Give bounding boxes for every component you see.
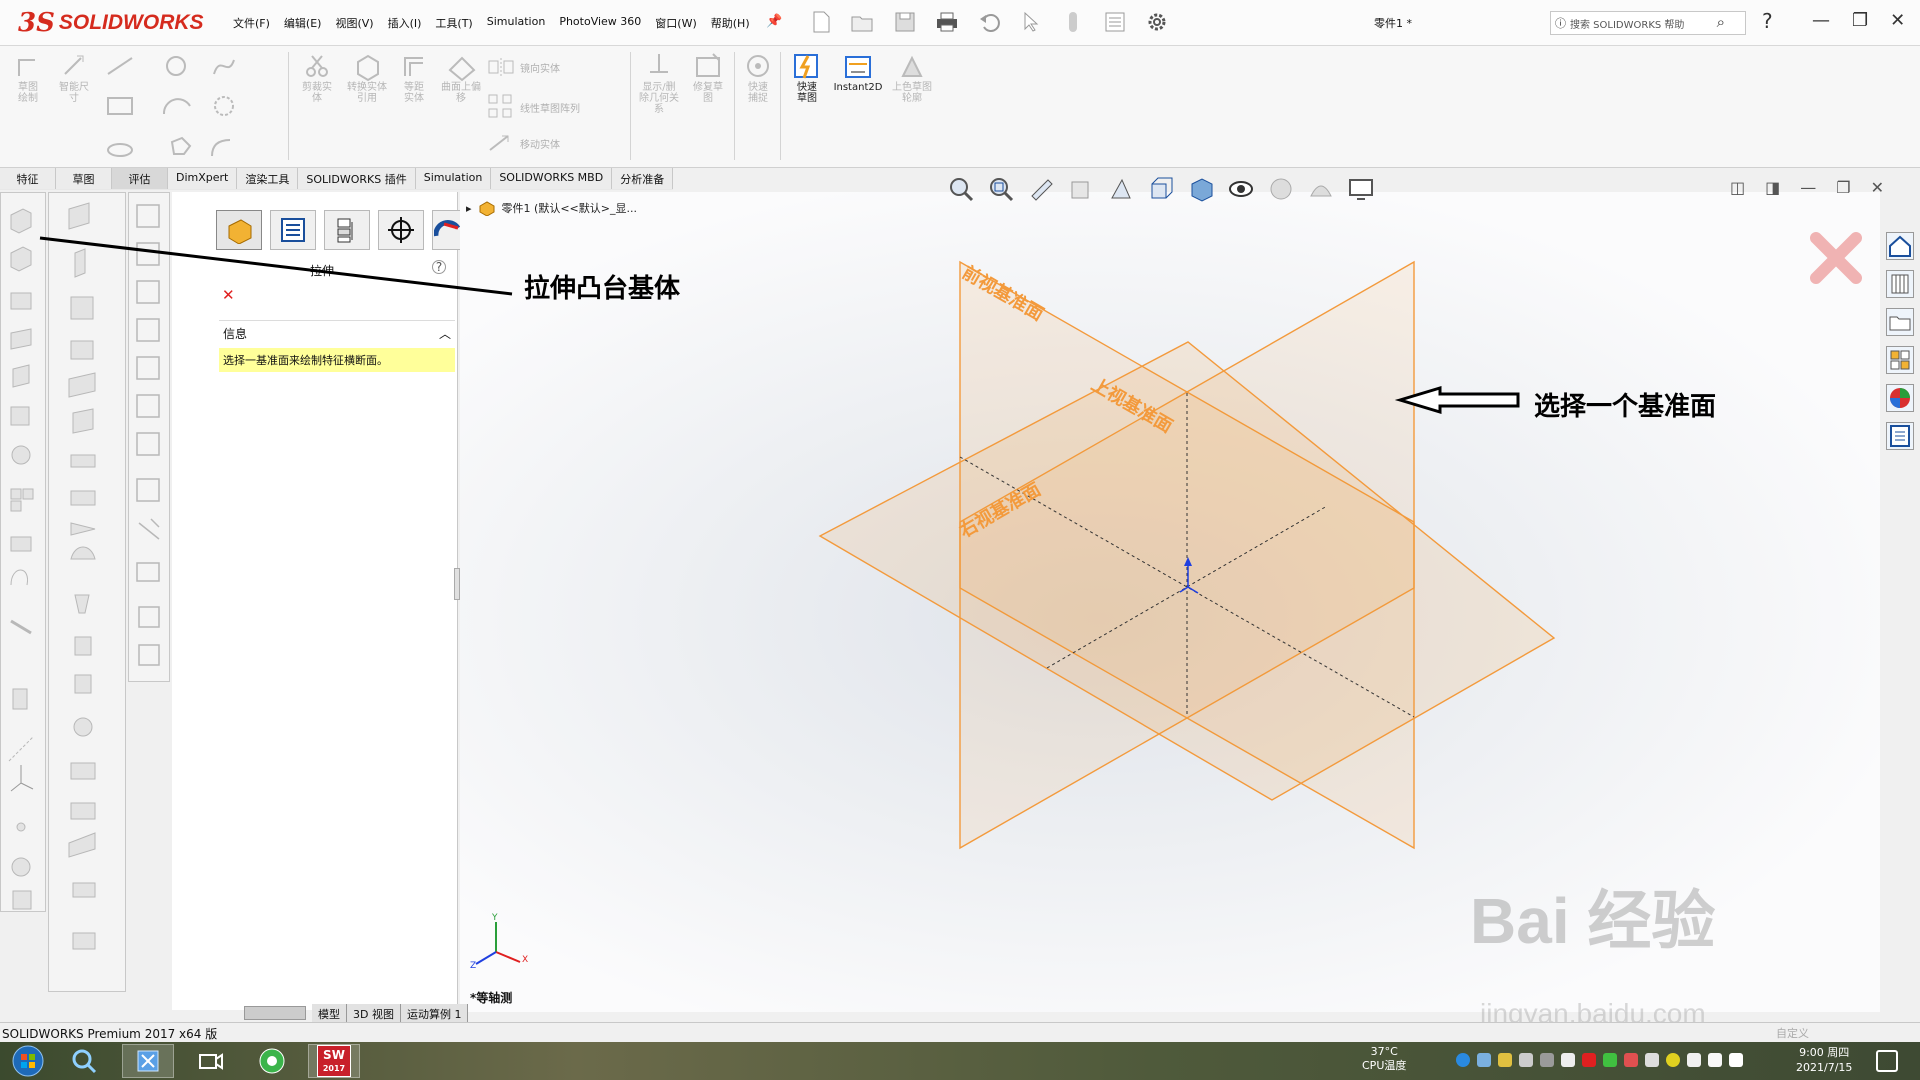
tray-icon-11[interactable] [1666, 1053, 1680, 1067]
status-text: SOLIDWORKS Premium 2017 x64 版 [2, 1027, 218, 1041]
tab-motion-study[interactable]: 运动算例 1 [400, 1004, 469, 1024]
tab-scroll-arrows[interactable] [244, 1006, 306, 1020]
solidworks-taskbar-badge: SW [323, 1048, 345, 1062]
taskbar-app-network[interactable] [122, 1044, 174, 1078]
volume-icon[interactable] [1708, 1053, 1722, 1067]
solidworks-taskbar-icon: SW 2017 [317, 1045, 351, 1077]
clock-time: 9:00 周四 [1799, 1046, 1850, 1059]
baidu-watermark-logo: Bai 经验 [1470, 885, 1716, 957]
tray-icon-3[interactable] [1498, 1053, 1512, 1067]
model-view-tabs: 模型 3D 视图 运动算例 1 [312, 1004, 469, 1024]
start-button[interactable] [2, 1044, 54, 1078]
tray-icon-5[interactable] [1540, 1053, 1554, 1067]
tray-icon-7[interactable] [1582, 1053, 1596, 1067]
tray-icon-9[interactable] [1624, 1053, 1638, 1067]
clock-date: 2021/7/15 [1796, 1061, 1853, 1074]
tray-icon-6[interactable] [1561, 1053, 1575, 1067]
network-app-icon [137, 1050, 159, 1072]
cpu-temp-label: CPU温度 [1362, 1059, 1407, 1072]
taskbar-clock[interactable]: 9:00 周四 2021/7/15 [1796, 1045, 1852, 1075]
tray-icon-4[interactable] [1519, 1053, 1533, 1067]
camera-app-icon [199, 1053, 223, 1070]
tray-icon-2[interactable] [1477, 1053, 1491, 1067]
triad-y-label: Y [491, 913, 498, 923]
reference-triad: Y X Z [470, 913, 528, 971]
top-plane[interactable] [818, 341, 1556, 801]
solidworks-window: 3S SOLIDWORKS 文件(F) 编辑(E) 视图(V) 插入(I) 工具… [0, 0, 1920, 1080]
ime-icon[interactable] [1729, 1053, 1743, 1067]
tray-icon-8[interactable] [1603, 1053, 1617, 1067]
cpu-temperature[interactable]: 37°C CPU温度 [1362, 1045, 1406, 1073]
triad-z-label: Z [470, 961, 476, 971]
tray-icon-1[interactable] [1456, 1053, 1470, 1067]
notification-icon[interactable] [1876, 1050, 1898, 1072]
browser-app-icon [259, 1048, 285, 1074]
tab-3d-views[interactable]: 3D 视图 [347, 1004, 401, 1024]
select-plane-arrow [1394, 385, 1520, 415]
taskbar-search-icon [72, 1049, 97, 1074]
select-plane-annotation: 选择一个基准面 [1534, 392, 1717, 422]
view-orientation-label: *等轴测 [470, 991, 513, 1005]
system-tray [1456, 1053, 1743, 1067]
tray-icon-10[interactable] [1645, 1053, 1659, 1067]
tab-model[interactable]: 模型 [312, 1004, 347, 1024]
taskbar-app-camera[interactable] [184, 1044, 236, 1078]
taskbar-app-solidworks[interactable]: SW 2017 [308, 1044, 360, 1078]
status-customize[interactable]: 自定义 [1776, 1025, 1809, 1041]
extrude-boss-annotation: 拉伸凸台基体 [524, 274, 681, 304]
tray-icon-12[interactable] [1687, 1053, 1701, 1067]
windows-taskbar: SW 2017 37°C CPU温度 9:00 周四 2021/7/15 [0, 1042, 1920, 1080]
solidworks-taskbar-year: 2017 [322, 1064, 346, 1073]
extrude-pointer-line [39, 236, 513, 296]
triad-x-label: X [522, 955, 528, 965]
windows-start-icon [12, 1045, 44, 1077]
taskbar-app-browser[interactable] [246, 1044, 298, 1078]
status-bar: SOLIDWORKS Premium 2017 x64 版 自定义 [0, 1022, 1920, 1042]
cpu-temp-value: 37°C [1370, 1045, 1398, 1058]
taskbar-search[interactable] [58, 1044, 110, 1078]
